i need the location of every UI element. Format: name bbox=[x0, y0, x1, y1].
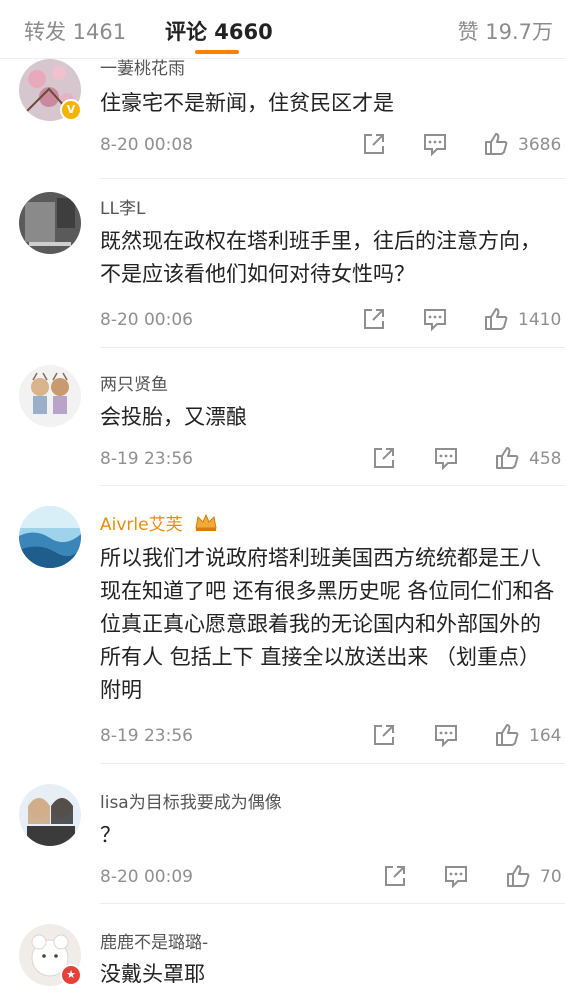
comment-username[interactable]: Aivrle艾芙 bbox=[100, 510, 218, 535]
repost-icon[interactable] bbox=[382, 863, 408, 889]
comment-text: 会投胎，又漂酿 bbox=[100, 405, 247, 429]
crown-icon bbox=[195, 513, 217, 531]
comment-item: 两只贤鱼 会投胎，又漂酿 8-19 23:56 458 bbox=[0, 348, 565, 486]
repost-icon[interactable] bbox=[361, 131, 387, 157]
comment-time: 8-19 23:56 bbox=[100, 726, 193, 746]
comment-text: 既然现在政权在塔利班手里，往后的注意方向，不是应该看他们如何对待女性吗？ bbox=[100, 229, 541, 286]
comment-footer: 8-20 00:06 1410 bbox=[0, 306, 565, 336]
comment-item: LL李L 既然现在政权在塔利班手里，往后的注意方向，不是应该看他们如何对待女性吗… bbox=[0, 180, 565, 348]
red-badge-icon: ★ bbox=[60, 964, 82, 986]
comment-time: 8-19 23:56 bbox=[100, 449, 193, 469]
comment-item: ★ 鹿鹿不是璐璐- 没戴头罩耶 bbox=[0, 904, 565, 1000]
reply-icon[interactable] bbox=[422, 131, 448, 157]
repost-icon[interactable] bbox=[361, 306, 387, 332]
reply-icon[interactable] bbox=[433, 722, 459, 748]
like-count: 458 bbox=[529, 449, 562, 469]
comment-text: 住豪宅不是新闻，住贫民区才是 bbox=[100, 91, 394, 115]
reply-icon[interactable] bbox=[433, 445, 459, 471]
comment-item: lisa为目标我要成为偶像 ？ 8-20 00:09 70 bbox=[0, 764, 565, 904]
comment-username[interactable]: LL李L bbox=[100, 194, 145, 219]
comment-text: 所以我们才说政府塔利班美国西方统统都是王八 现在知道了吧 还有很多黑历史呢 各位… bbox=[100, 546, 555, 702]
comment-time: 8-20 00:08 bbox=[100, 135, 193, 155]
comment-text: ？ bbox=[100, 823, 121, 847]
comment-footer: 8-20 00:09 70 bbox=[0, 863, 565, 893]
repost-icon[interactable] bbox=[371, 722, 397, 748]
tab-reposts[interactable]: 转发 1461 bbox=[24, 16, 126, 46]
comment-time: 8-20 00:09 bbox=[100, 867, 193, 887]
like-count: 3686 bbox=[518, 135, 562, 155]
repost-icon[interactable] bbox=[371, 445, 397, 471]
like-count: 70 bbox=[540, 867, 562, 887]
comment-username[interactable]: 两只贤鱼 bbox=[100, 370, 168, 395]
tab-likes[interactable]: 赞 19.7万 bbox=[458, 16, 553, 46]
username-label: Aivrle艾芙 bbox=[100, 515, 183, 535]
comment-text: 没戴头罩耶 bbox=[100, 962, 205, 986]
comment-username[interactable]: lisa为目标我要成为偶像 bbox=[100, 788, 282, 813]
avatar[interactable] bbox=[19, 365, 81, 427]
comment-footer: 8-19 23:56 164 bbox=[0, 722, 565, 752]
comment-footer: 8-20 00:08 3686 bbox=[0, 131, 565, 161]
like-count: 164 bbox=[529, 726, 562, 746]
tab-comments[interactable]: 评论 4660 bbox=[165, 16, 273, 46]
like-icon[interactable] bbox=[494, 722, 520, 748]
avatar[interactable] bbox=[19, 506, 81, 568]
avatar[interactable] bbox=[19, 784, 81, 846]
comment-username[interactable]: 鹿鹿不是璐璐- bbox=[100, 928, 208, 953]
active-tab-indicator bbox=[195, 50, 239, 54]
like-icon[interactable] bbox=[483, 131, 509, 157]
comment-footer: 8-19 23:56 458 bbox=[0, 445, 565, 475]
like-count: 1410 bbox=[518, 310, 562, 330]
reply-icon[interactable] bbox=[422, 306, 448, 332]
comment-item: Aivrle艾芙 所以我们才说政府塔利班美国西方统统都是王八 现在知道了吧 还有… bbox=[0, 486, 565, 764]
verified-badge-icon: V bbox=[60, 99, 82, 121]
comment-tabs: 转发 1461 评论 4660 赞 19.7万 bbox=[0, 0, 565, 59]
reply-icon[interactable] bbox=[443, 863, 469, 889]
like-icon[interactable] bbox=[494, 445, 520, 471]
like-icon[interactable] bbox=[505, 863, 531, 889]
avatar[interactable] bbox=[19, 192, 81, 254]
like-icon[interactable] bbox=[483, 306, 509, 332]
comment-time: 8-20 00:06 bbox=[100, 310, 193, 330]
divider bbox=[100, 178, 565, 179]
comment-item: V 一萋桃花雨 住豪宅不是新闻，住贫民区才是 8-20 00:08 3686 bbox=[0, 50, 565, 180]
